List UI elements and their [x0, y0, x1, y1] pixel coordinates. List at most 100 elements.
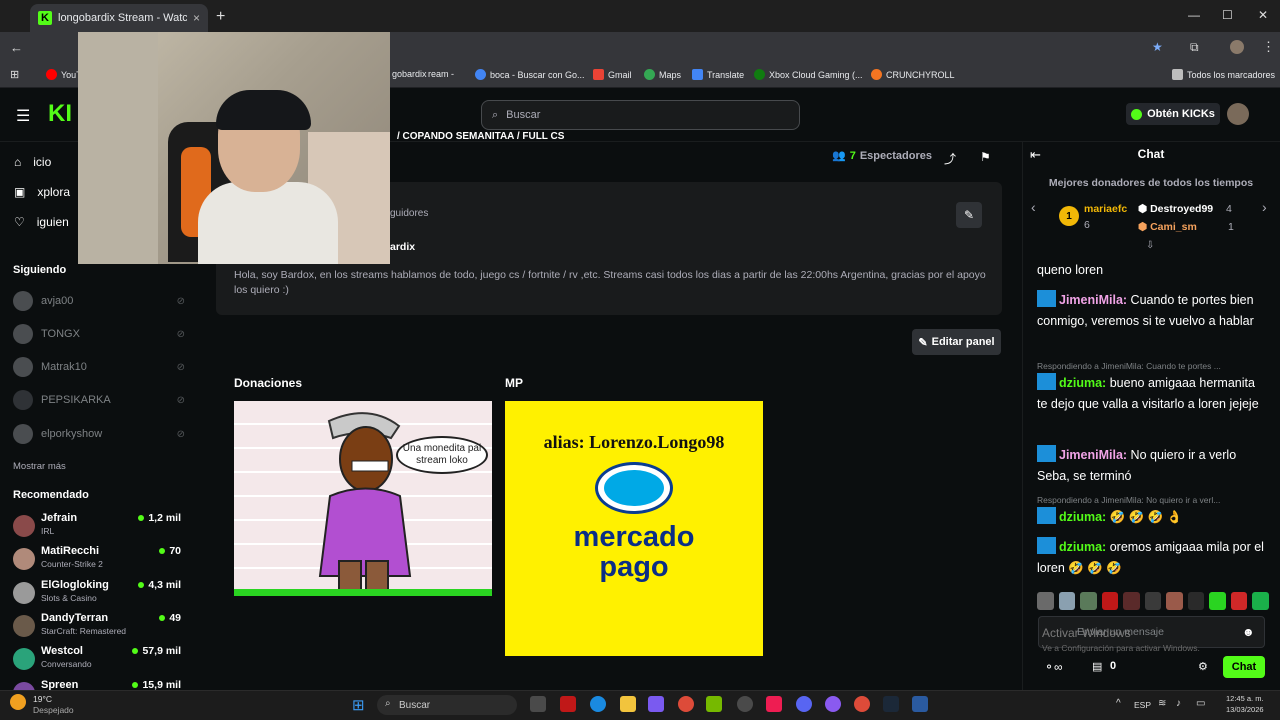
- bookmark-kick[interactable]: gobardix: [392, 69, 427, 79]
- chrome-icon[interactable]: [678, 696, 694, 712]
- donations-panel-image[interactable]: [234, 401, 492, 596]
- bookmark-kick-stream[interactable]: ream -: [428, 69, 454, 79]
- get-kicks-button[interactable]: Obtén KICKs: [1126, 103, 1220, 125]
- volume-icon[interactable]: ♪: [1176, 698, 1181, 709]
- emote[interactable]: [1058, 592, 1076, 610]
- steam-icon[interactable]: [883, 696, 899, 712]
- following-item[interactable]: TONGX ⊘: [13, 322, 185, 346]
- app-icon[interactable]: [560, 696, 576, 712]
- task-view-icon[interactable]: [530, 696, 546, 712]
- windows-start-icon[interactable]: ⊞: [352, 696, 365, 714]
- emote[interactable]: [1037, 592, 1054, 610]
- edit-about-button[interactable]: ✎: [956, 202, 982, 228]
- profile-avatar[interactable]: [1230, 40, 1244, 54]
- copilot-icon[interactable]: [648, 696, 664, 712]
- chevron-right-icon[interactable]: ›: [1262, 199, 1267, 215]
- edge-icon[interactable]: [590, 696, 606, 712]
- wifi-icon[interactable]: ≋: [1158, 698, 1166, 709]
- nav-following[interactable]: ♡ iguien: [14, 215, 69, 229]
- recommended-item[interactable]: DandyTerran StarCraft: Remastered 49: [13, 612, 185, 642]
- user-avatar[interactable]: [1227, 103, 1249, 125]
- chat-username[interactable]: dziuma:: [1059, 510, 1106, 524]
- points-icon[interactable]: ⚬∞: [1044, 660, 1063, 674]
- emote[interactable]: [1080, 592, 1097, 610]
- recommended-item[interactable]: MatiRecchi Counter-Strike 2 70: [13, 545, 185, 575]
- donor-name[interactable]: ⬢ Destroyed99: [1138, 203, 1213, 215]
- bookmark-xbox[interactable]: Xbox Cloud Gaming (...: [754, 69, 863, 80]
- new-tab-button[interactable]: +: [216, 8, 225, 26]
- emote[interactable]: [1230, 592, 1248, 610]
- weather-temp[interactable]: 19°C: [33, 694, 52, 704]
- minimize-icon[interactable]: —: [1188, 8, 1200, 22]
- nav-home[interactable]: ⌂ icio: [14, 155, 51, 169]
- following-item[interactable]: PEPSIKARKA ⊘: [13, 388, 185, 412]
- search-input[interactable]: ⌕ Buscar: [481, 100, 800, 130]
- chrome-icon[interactable]: [854, 696, 870, 712]
- chevron-left-icon[interactable]: ‹: [1031, 199, 1036, 215]
- chat-username[interactable]: dziuma:: [1059, 376, 1106, 390]
- discord-icon[interactable]: [796, 696, 812, 712]
- emote[interactable]: [1101, 592, 1119, 610]
- following-item[interactable]: Matrak10 ⊘: [13, 355, 185, 379]
- recommended-item[interactable]: Spreen 15,9 mil: [13, 679, 185, 690]
- hamburger-menu-icon[interactable]: ☰: [16, 106, 30, 126]
- back-icon[interactable]: ←: [10, 40, 23, 55]
- app-icon[interactable]: [825, 696, 841, 712]
- send-chat-button[interactable]: Chat: [1223, 656, 1265, 678]
- file-explorer-icon[interactable]: [620, 696, 636, 712]
- bookmark-maps[interactable]: Maps: [644, 69, 681, 80]
- share-icon[interactable]: ⤴: [944, 150, 956, 167]
- window-close-icon[interactable]: ✕: [1258, 8, 1268, 22]
- recommended-item[interactable]: Jefrain IRL 1,2 mil: [13, 512, 185, 542]
- star-icon[interactable]: ★: [1152, 40, 1163, 54]
- nvidia-icon[interactable]: [706, 696, 722, 712]
- donor-name[interactable]: ⬢ Cami_sm: [1138, 221, 1197, 233]
- show-more-link[interactable]: Mostrar más: [13, 461, 66, 472]
- emote[interactable]: [1123, 592, 1140, 610]
- language-indicator[interactable]: ESP: [1134, 700, 1151, 710]
- search-icon: ⌕: [492, 108, 499, 121]
- tray-chevron-icon[interactable]: ^: [1116, 698, 1121, 709]
- apps-grid-icon[interactable]: ⊞: [10, 68, 19, 81]
- extensions-icon[interactable]: ⧉: [1190, 40, 1199, 55]
- all-bookmarks[interactable]: Todos los marcadores: [1172, 69, 1275, 80]
- tab-close-icon[interactable]: ×: [193, 11, 200, 25]
- tiktok-icon[interactable]: [766, 696, 782, 712]
- follow-user-icon[interactable]: ⚑: [980, 150, 991, 164]
- browser-menu-icon[interactable]: ⋮: [1262, 39, 1275, 55]
- battery-icon[interactable]: ▭: [1196, 698, 1205, 709]
- clock-time[interactable]: 12:45 a. m.: [1226, 694, 1264, 703]
- taskbar-search[interactable]: ⌕ Buscar: [377, 695, 517, 715]
- following-item[interactable]: elporkyshow ⊘: [13, 422, 185, 446]
- bookmark-gmail[interactable]: Gmail: [593, 69, 632, 80]
- bookmark-translate[interactable]: Translate: [692, 69, 744, 80]
- chat-username[interactable]: JimeniMila:: [1059, 448, 1127, 462]
- bookmark-crunchyroll[interactable]: CRUNCHYROLL: [871, 69, 955, 80]
- maximize-icon[interactable]: ☐: [1222, 8, 1233, 22]
- edit-panel-button[interactable]: ✎ Editar panel: [912, 329, 1001, 355]
- nav-explore[interactable]: ▣ xplora: [14, 185, 70, 199]
- recommended-item[interactable]: Westcol Conversando 57,9 mil: [13, 645, 185, 675]
- chat-username[interactable]: dziuma:: [1059, 540, 1106, 554]
- browser-tab[interactable]: K longobardix Stream - Watch Live o ×: [30, 4, 208, 32]
- kick-logo[interactable]: KI: [48, 100, 72, 128]
- following-item[interactable]: avja00 ⊘: [13, 289, 185, 313]
- donor-name[interactable]: mariaefc: [1084, 203, 1127, 215]
- clock-date[interactable]: 13/03/2026: [1226, 705, 1264, 714]
- emote[interactable]: [1187, 592, 1205, 610]
- emote[interactable]: [1252, 592, 1270, 610]
- app-icon[interactable]: [912, 696, 928, 712]
- emote[interactable]: [1166, 592, 1183, 610]
- store-icon[interactable]: ▤: [1092, 660, 1102, 673]
- recommended-item[interactable]: ElGlogloking Slots & Casino 4,3 mil: [13, 579, 185, 609]
- bookmark-google-search[interactable]: boca - Buscar con Go...: [475, 69, 585, 80]
- reply-reference[interactable]: Respondiendo a JimeniMila: No quiero ir …: [1037, 495, 1267, 505]
- chat-settings-icon[interactable]: ⚙: [1198, 660, 1208, 673]
- chat-username[interactable]: JimeniMila:: [1059, 293, 1127, 307]
- emote[interactable]: [1144, 592, 1162, 610]
- expand-donors-icon[interactable]: ⇩: [1146, 240, 1154, 251]
- emote[interactable]: [1209, 592, 1226, 610]
- emoji-icon[interactable]: ☻: [1242, 625, 1255, 639]
- reply-reference[interactable]: Respondiendo a JimeniMila: Cuando te por…: [1037, 361, 1267, 371]
- app-icon[interactable]: [737, 696, 753, 712]
